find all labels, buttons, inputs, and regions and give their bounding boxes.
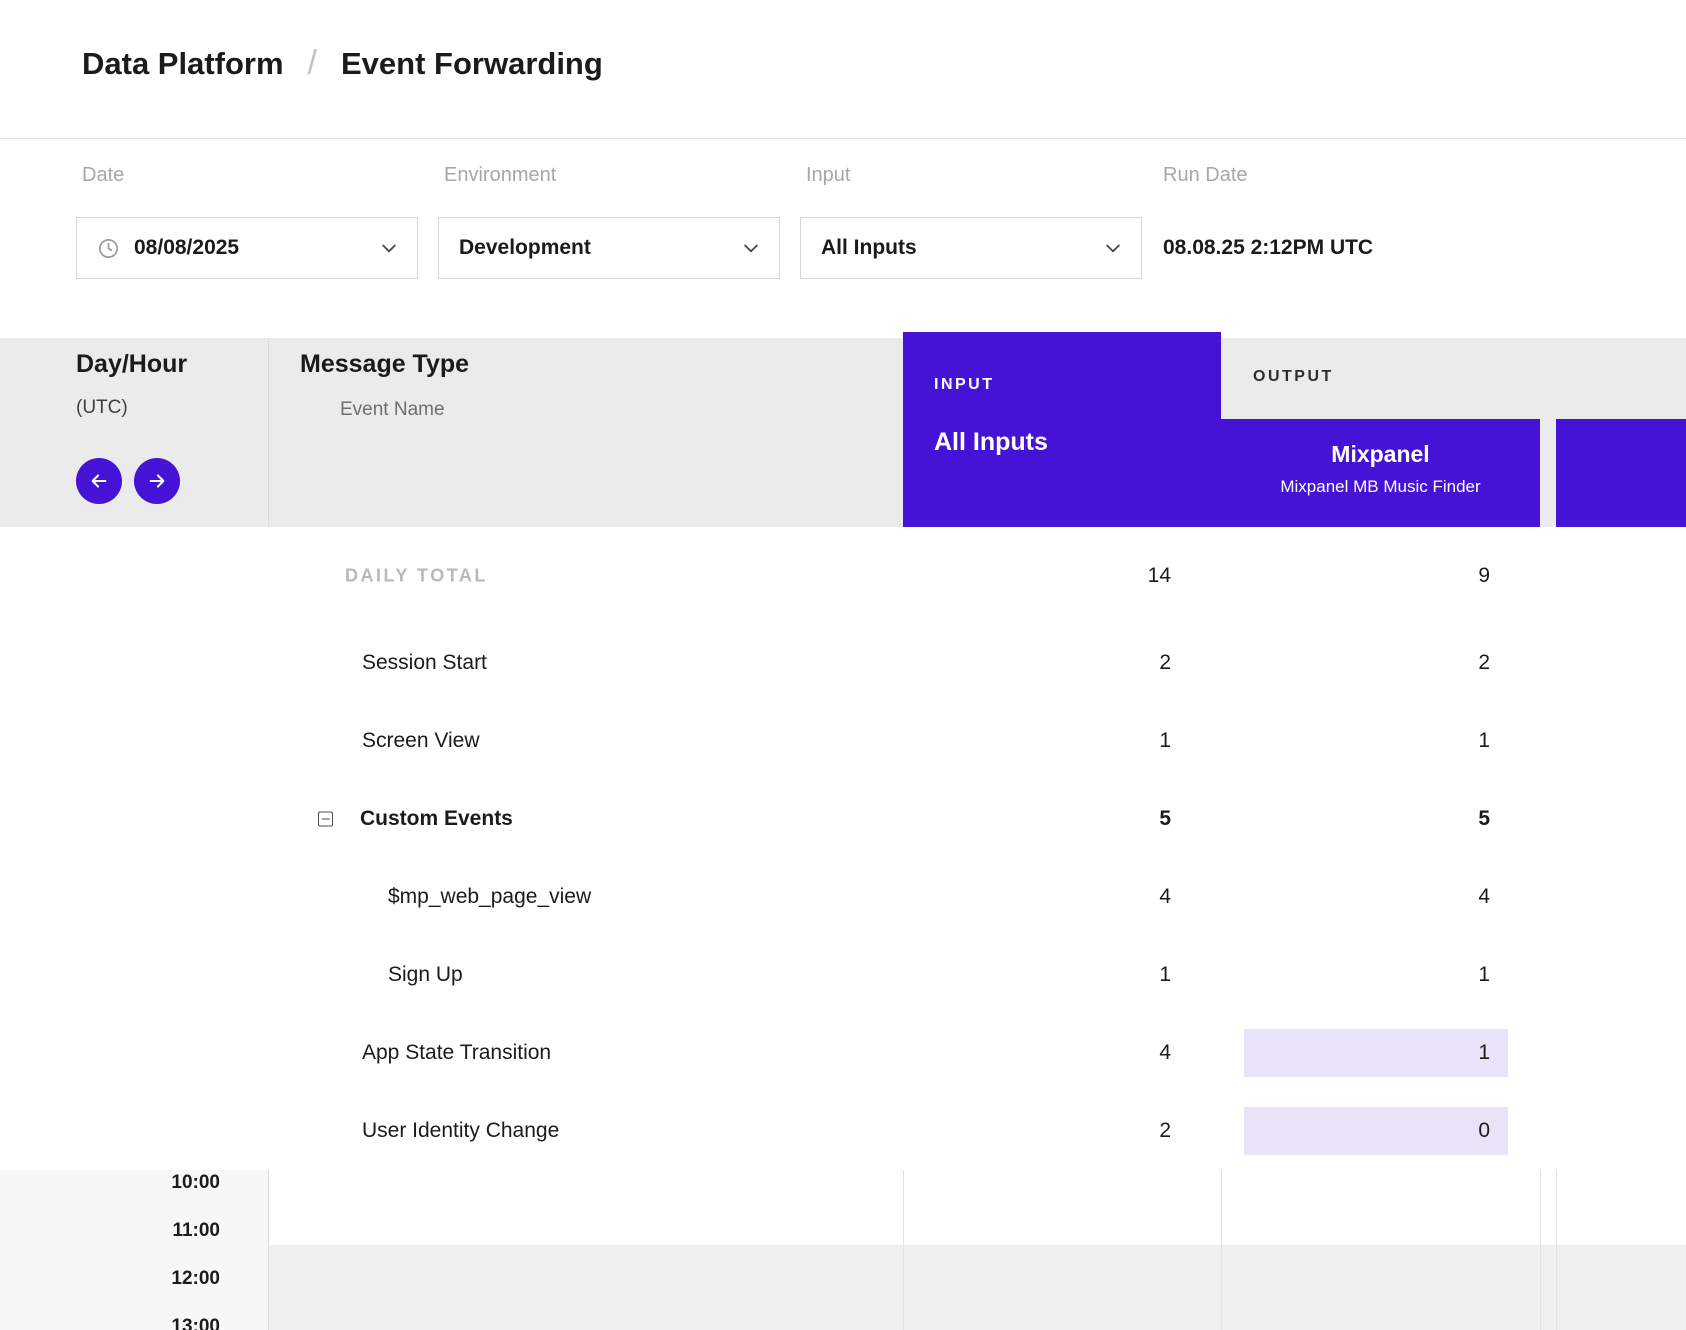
table-row: Custom Events 5 5: [0, 780, 1686, 858]
event-name: User Identity Change: [362, 1119, 559, 1143]
output-count: 1: [1478, 1041, 1490, 1065]
output-count: 5: [1478, 807, 1490, 831]
event-name: Custom Events: [360, 807, 513, 831]
hour-label[interactable]: 11:00: [0, 1207, 220, 1255]
day-hour-header: Day/Hour: [76, 350, 187, 379]
input-count: 2: [1159, 651, 1171, 675]
breadcrumb-separator: /: [308, 44, 317, 83]
output-count: 1: [1478, 729, 1490, 753]
chevron-down-icon: [1103, 238, 1123, 258]
hour-label[interactable]: 13:00: [0, 1303, 220, 1330]
environment-value: Development: [459, 236, 591, 260]
event-rows: Session Start 2 2 Screen View 1 1 Custom…: [0, 624, 1686, 1170]
breadcrumb-section[interactable]: Data Platform: [82, 46, 284, 82]
chevron-down-icon: [379, 238, 399, 258]
filter-bar: Date Environment Input Run Date 08/08/20…: [0, 140, 1686, 338]
daily-total-row: DAILY TOTAL 14 9: [0, 527, 1686, 624]
event-name: Screen View: [362, 729, 480, 753]
table-row: Session Start 2 2: [0, 624, 1686, 702]
input-count: 4: [1159, 1041, 1171, 1065]
input-value: All Inputs: [821, 236, 917, 260]
output-column-label: OUTPUT: [1253, 368, 1334, 386]
next-day-button[interactable]: [134, 458, 180, 504]
hour-label[interactable]: 12:00: [0, 1255, 220, 1303]
event-name: $mp_web_page_view: [388, 885, 591, 909]
table-row: Sign Up 1 1: [0, 936, 1686, 1014]
event-name-subheader: Event Name: [340, 399, 445, 421]
environment-label: Environment: [444, 164, 556, 187]
output-count: 2: [1478, 651, 1490, 675]
output-column-header: Mixpanel Mixpanel MB Music Finder: [1221, 419, 1540, 527]
input-column-header: INPUT All Inputs: [903, 332, 1221, 527]
input-count: 1: [1159, 963, 1171, 987]
highlighted-cell-background: [1244, 1107, 1508, 1155]
table-row: App State Transition 4 1: [0, 1014, 1686, 1092]
prev-day-button[interactable]: [76, 458, 122, 504]
output-column-subtitle: Mixpanel MB Music Finder: [1221, 477, 1540, 497]
output-column-title: Mixpanel: [1221, 441, 1540, 468]
run-date-label: Run Date: [1163, 164, 1248, 187]
arrow-right-icon: [146, 470, 168, 492]
output-count: 1: [1478, 963, 1490, 987]
event-name: App State Transition: [362, 1041, 551, 1065]
input-count: 2: [1159, 1119, 1171, 1143]
collapse-icon[interactable]: [318, 812, 333, 827]
environment-select[interactable]: Development: [438, 217, 780, 279]
date-value: 08/08/2025: [134, 236, 239, 260]
page-title: Event Forwarding: [341, 46, 603, 82]
daily-total-input-count: 14: [1148, 564, 1171, 588]
highlighted-cell-background: [1244, 1029, 1508, 1077]
input-label: Input: [806, 164, 850, 187]
header: Data Platform / Event Forwarding: [0, 0, 1686, 139]
table-row: User Identity Change 2 0: [0, 1092, 1686, 1170]
date-label: Date: [82, 164, 124, 187]
clock-icon: [97, 237, 120, 260]
table-footer-area: [268, 1245, 1686, 1330]
input-count: 5: [1159, 807, 1171, 831]
day-hour-timezone: (UTC): [76, 397, 128, 419]
next-output-column-header: [1556, 419, 1686, 527]
arrow-left-icon: [88, 470, 110, 492]
breadcrumb: Data Platform / Event Forwarding: [82, 44, 603, 83]
event-forwarding-page: Data Platform / Event Forwarding Date En…: [0, 0, 1686, 1330]
message-type-header: Message Type: [300, 350, 469, 379]
table-row: $mp_web_page_view 4 4: [0, 858, 1686, 936]
output-count: 0: [1478, 1119, 1490, 1143]
input-column-label: INPUT: [934, 376, 1221, 394]
event-name: Sign Up: [388, 963, 463, 987]
input-column-title: All Inputs: [934, 428, 1221, 457]
daily-total-label: DAILY TOTAL: [345, 565, 488, 586]
input-count: 1: [1159, 729, 1171, 753]
output-count: 4: [1478, 885, 1490, 909]
date-select[interactable]: 08/08/2025: [76, 217, 418, 279]
input-select[interactable]: All Inputs: [800, 217, 1142, 279]
chevron-down-icon: [741, 238, 761, 258]
daily-total-output-count: 9: [1478, 564, 1490, 588]
input-count: 4: [1159, 885, 1171, 909]
event-name: Session Start: [362, 651, 487, 675]
run-date-value: 08.08.25 2:12PM UTC: [1163, 217, 1373, 279]
table-row: Screen View 1 1: [0, 702, 1686, 780]
